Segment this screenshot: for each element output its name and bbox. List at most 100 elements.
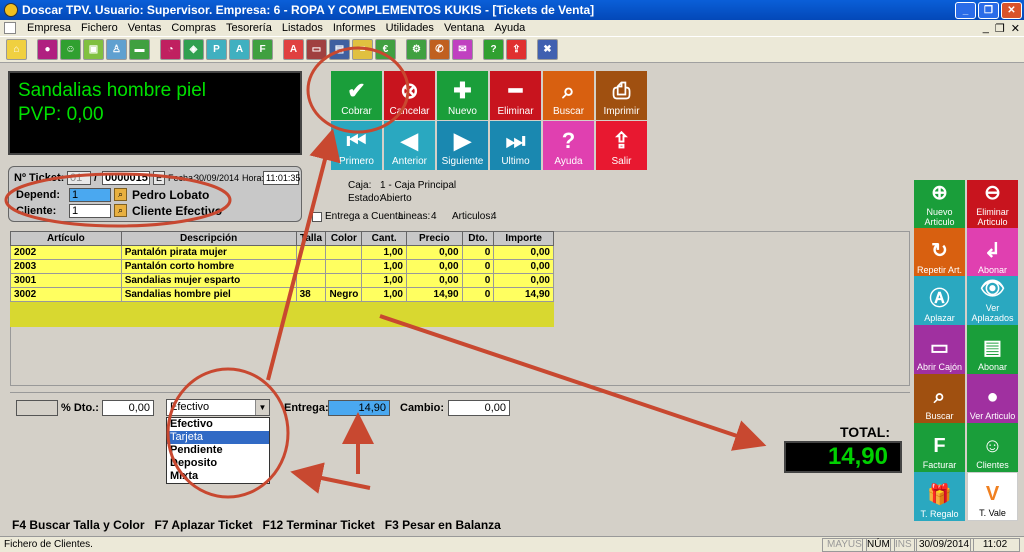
cancelar-button[interactable]: ⊗ Cancelar [384,71,435,120]
column-header[interactable]: Descripción [120,231,297,246]
search-depend-icon[interactable]: ⌕ [114,188,127,201]
a-red-icon[interactable]: A [283,39,304,60]
group-icon[interactable]: ● [37,39,58,60]
view-item-icon: ● [986,386,999,408]
depend-code-input[interactable]: 1 [69,188,111,202]
ins-indicator: INS [890,538,917,552]
option-mixta[interactable]: Mixta [167,470,269,483]
option-tarjeta[interactable]: Tarjeta [167,431,269,444]
buscar-side-button[interactable]: ⌕ Buscar [914,374,965,423]
help-icon[interactable]: ? [483,39,504,60]
ticket-vale-button[interactable]: V T. Vale [967,472,1018,521]
abonar-2-button[interactable]: ▤ Abonar [967,325,1018,374]
menu-tesoreria[interactable]: Tesorería [221,22,277,34]
mdi-restore-icon[interactable]: ❐ [995,22,1005,35]
ayuda-button[interactable]: ? Ayuda [543,121,594,170]
mdi-minimize-icon[interactable]: _ [983,22,989,35]
ver-aplazados-button[interactable]: 👁 Ver Aplazados [967,276,1018,325]
box-icon[interactable]: ▣ [83,39,104,60]
siguiente-button[interactable]: ▶ Siguiente [437,121,488,170]
entrega-cuenta-checkbox[interactable] [312,212,322,222]
menu-ventas[interactable]: Ventas [123,22,167,34]
table-row[interactable]: 3002 Sandalias hombre piel 38 Negro 1,00 14,9… [10,287,554,302]
table-row[interactable]: 2003 Pantalón corto hombre 1,00 0,00 0 0,00 [10,259,554,274]
eliminar-articulo-button[interactable]: ⊖ Eliminar Articulo [967,180,1018,229]
menu-ayuda[interactable]: Ayuda [489,22,530,34]
anterior-button[interactable]: ◀ Anterior [384,121,435,170]
chevron-down-icon[interactable]: ▼ [255,400,269,415]
folder-icon[interactable]: ⌂ [6,39,27,60]
cobrar-button[interactable]: ✔ Cobrar [331,71,382,120]
chart-icon[interactable]: ◔ [160,39,181,60]
entrega-input[interactable]: 14,90 [328,400,390,416]
exit-icon[interactable]: ⇪ [506,39,527,60]
smiley-icon: ☺ [982,435,1003,457]
euro-icon[interactable]: € [375,39,396,60]
screen-icon[interactable]: ▤ [329,39,350,60]
option-deposito[interactable]: Deposito [167,457,269,470]
contacts-icon[interactable]: ✉ [452,39,473,60]
column-header[interactable]: Importe [493,231,554,246]
window-icon[interactable]: ▭ [306,39,327,60]
gears-icon[interactable]: ⚙ [406,39,427,60]
document-icon[interactable] [4,22,16,34]
search-cliente-icon[interactable]: ⌕ [114,204,127,217]
option-efectivo[interactable]: Efectivo [167,418,269,431]
table-cell [295,273,327,288]
buscar-button[interactable]: ⌕ Buscar [543,71,594,120]
list-icon[interactable]: ≡ [352,39,373,60]
menu-empresa[interactable]: Empresa [22,22,76,34]
card-icon[interactable]: ▬ [129,39,150,60]
column-header[interactable]: Dto. [461,231,495,246]
smiley-icon[interactable]: ☺ [60,39,81,60]
eliminar-button[interactable]: ━ Eliminar [490,71,541,120]
restore-button[interactable]: ❐ [978,2,999,19]
dto-input[interactable]: 0,00 [102,400,154,416]
column-header[interactable]: Artículo [10,231,122,246]
column-header[interactable]: Precio [406,231,463,246]
aplazar-button[interactable]: Ⓐ Aplazar [914,276,965,325]
ver-articulo-button[interactable]: ● Ver Articulo [967,374,1018,423]
tools-icon[interactable]: ✖ [537,39,558,60]
column-header[interactable]: Cant. [361,231,407,246]
repetir-articulo-button[interactable]: ↻ Repetir Art. [914,228,965,277]
minimize-button[interactable]: _ [955,2,976,19]
menu-fichero[interactable]: Fichero [76,22,123,34]
primero-button[interactable]: ⏮ Primero [331,121,382,170]
tag-icon[interactable]: ◈ [183,39,204,60]
menu-listados[interactable]: Listados [277,22,328,34]
ultimo-button[interactable]: ⏭ Ultimo [490,121,541,170]
ticket-e-box[interactable]: E [153,171,165,185]
abrir-cajon-button[interactable]: ▭ Abrir Cajón [914,325,965,374]
ticket-regalo-button[interactable]: 🎁 T. Regalo [914,472,965,521]
menu-ventana[interactable]: Ventana [439,22,489,34]
cliente-code-input[interactable]: 1 [69,204,111,218]
caja-value: 1 - Caja Principal [380,180,457,191]
close-button[interactable]: ✕ [1001,2,1022,19]
abonar-button[interactable]: ↲ Abonar [967,228,1018,277]
f-icon[interactable]: F [252,39,273,60]
option-pendiente[interactable]: Pendiente [167,444,269,457]
payment-method-select[interactable]: Efectivo ▼ [166,399,270,416]
ticket-serie-input[interactable]: 01 [67,171,91,185]
nuevo-articulo-button[interactable]: ⊕ Nuevo Articulo [914,180,965,229]
person-icon[interactable]: ♙ [106,39,127,60]
p-icon[interactable]: P [206,39,227,60]
menu-informes[interactable]: Informes [328,22,381,34]
clientes-button[interactable]: ☺ Clientes [967,423,1018,472]
salir-button[interactable]: ⇪ Salir [596,121,647,170]
column-header[interactable]: Talla [295,231,327,246]
phone-icon[interactable]: ✆ [429,39,450,60]
menu-utilidades[interactable]: Utilidades [381,22,439,34]
column-header[interactable]: Color [325,231,363,246]
facturar-button[interactable]: F Facturar [914,423,965,472]
menu-compras[interactable]: Compras [166,22,221,34]
table-row[interactable]: 2002 Pantalón pirata mujer 1,00 0,00 0 0,00 [10,245,554,260]
ticket-number-input[interactable]: 0000015 [102,171,150,185]
table-row[interactable]: 3001 Sandalias mujer esparto 1,00 0,00 0 0,00 [10,273,554,288]
mdi-close-icon[interactable]: ✕ [1011,22,1020,35]
a-icon[interactable]: A [229,39,250,60]
nuevo-button[interactable]: ✚ Nuevo [437,71,488,120]
imprimir-button[interactable]: ⎙ Imprimir [596,71,647,120]
remove-item-icon: ⊖ [984,182,1001,204]
